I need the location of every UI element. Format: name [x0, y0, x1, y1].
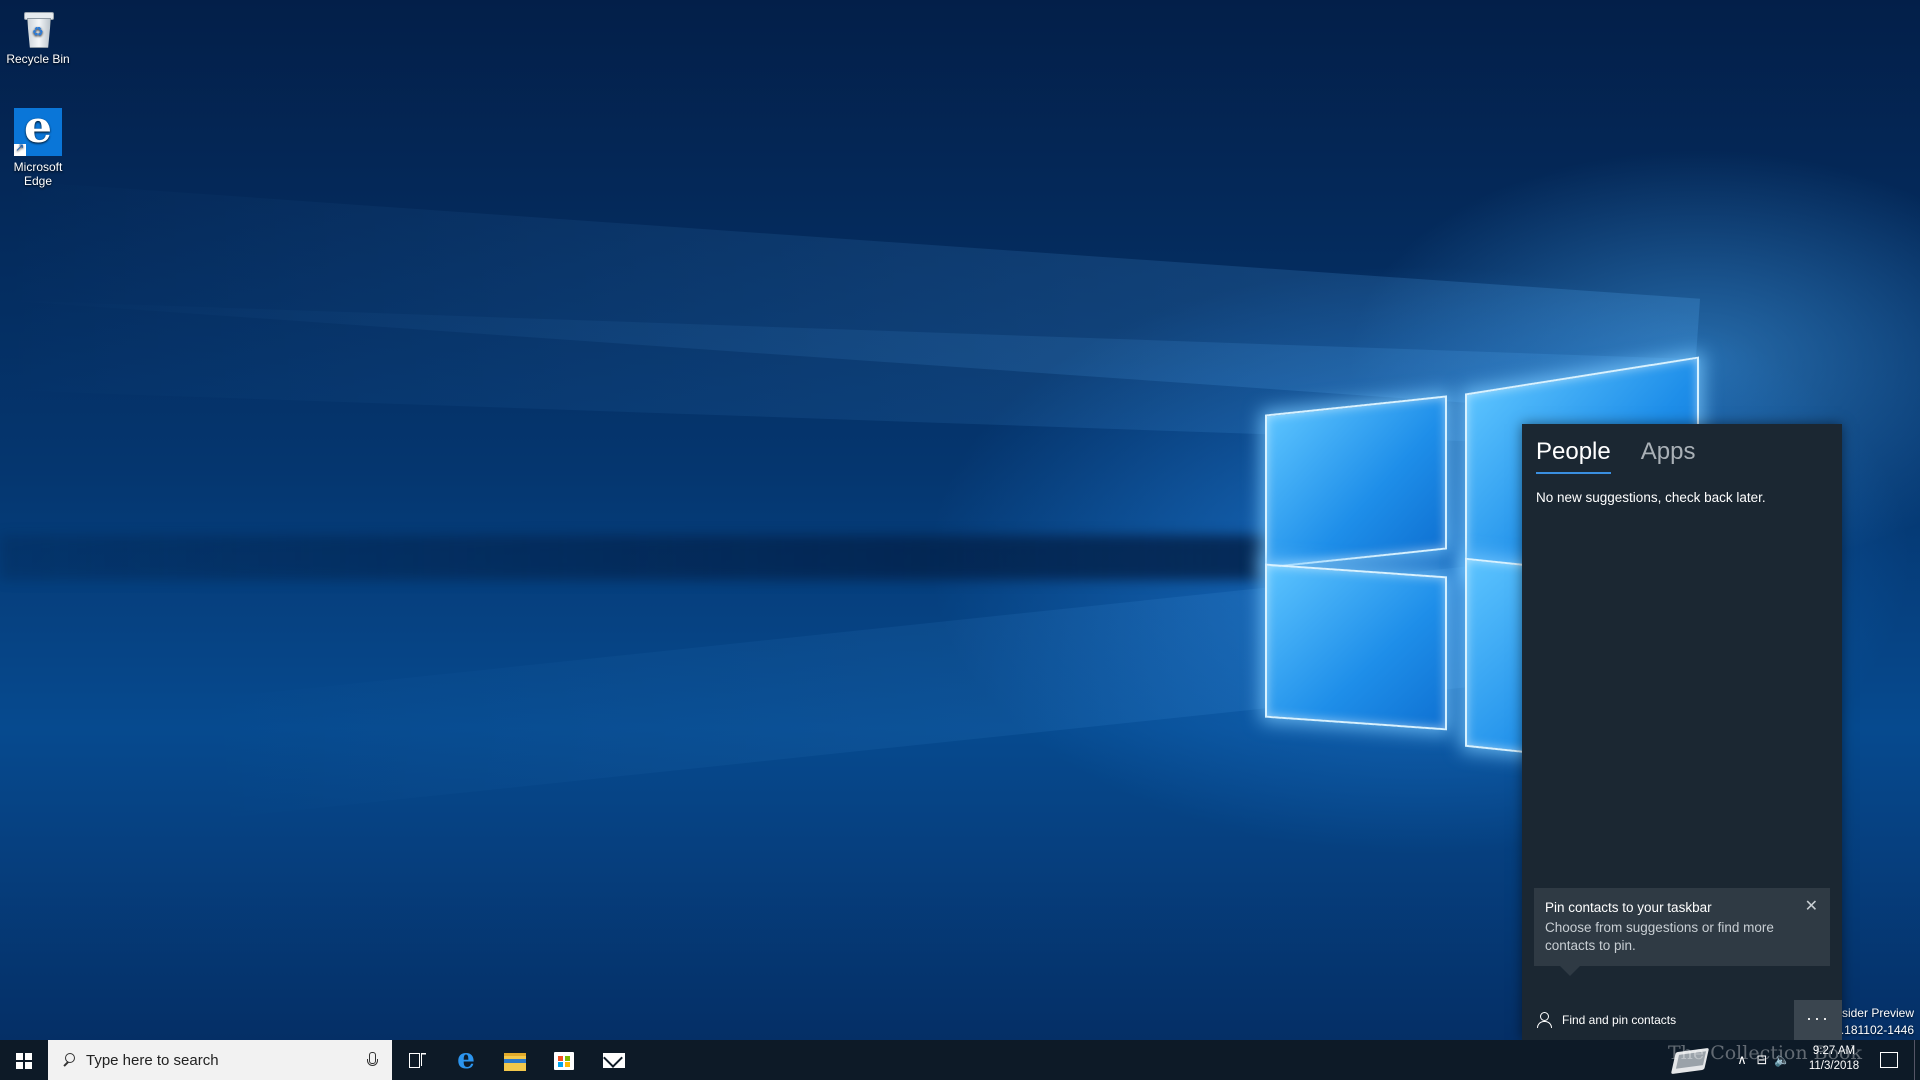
find-and-pin-contacts-button[interactable]: Find and pin contacts	[1522, 1000, 1794, 1040]
mail-icon[interactable]	[590, 1040, 638, 1080]
file-explorer-icon[interactable]	[491, 1040, 539, 1080]
clock[interactable]: 9:27 AM 11/3/2018	[1792, 1044, 1876, 1074]
search-box[interactable]: Type here to search	[48, 1040, 392, 1080]
taskbar: Type here to search e The Collection Boo…	[0, 1040, 1920, 1080]
action-center-icon[interactable]	[1880, 1052, 1898, 1068]
recycle-bin-icon: ♻	[21, 8, 55, 48]
pin-contacts-tip: Pin contacts to your taskbar Choose from…	[1534, 888, 1830, 976]
logo-pane	[1265, 395, 1447, 569]
microphone-icon[interactable]	[362, 1050, 382, 1070]
find-contacts-label: Find and pin contacts	[1562, 1013, 1677, 1027]
tip-title: Pin contacts to your taskbar	[1545, 900, 1712, 915]
edge-icon: e	[14, 102, 62, 156]
show-desktop-button[interactable]	[1914, 1040, 1917, 1080]
logo-pane	[1265, 563, 1447, 731]
network-icon[interactable]: ⊟	[1754, 1052, 1770, 1068]
clock-time: 9:27 AM	[1812, 1045, 1856, 1057]
clock-date: 11/3/2018	[1808, 1060, 1860, 1072]
flyout-tabs: People Apps	[1536, 438, 1695, 474]
windows-logo-icon	[16, 1053, 32, 1069]
microsoft-edge-shortcut[interactable]: e Microsoft Edge	[0, 102, 76, 188]
build-watermark: nsider Preview e.181102-1446	[1834, 1005, 1914, 1039]
tab-apps[interactable]: Apps	[1641, 438, 1696, 474]
person-icon	[1536, 1012, 1552, 1028]
watermark-line: nsider Preview	[1835, 1006, 1914, 1020]
recycle-bin-shortcut[interactable]: ♻ Recycle Bin	[0, 8, 76, 66]
volume-icon[interactable]: 🔈	[1774, 1052, 1790, 1068]
tab-people[interactable]: People	[1536, 438, 1611, 474]
tip-caret	[1560, 966, 1580, 976]
chevron-up-icon[interactable]: ∧	[1734, 1052, 1750, 1068]
shadow-band	[0, 535, 1270, 580]
people-flyout: People Apps No new suggestions, check ba…	[1522, 424, 1842, 1040]
more-options-button[interactable]: ···	[1794, 1000, 1842, 1040]
tip-body: Choose from suggestions or find more con…	[1545, 920, 1774, 953]
search-placeholder: Type here to search	[86, 1051, 219, 1069]
start-button[interactable]	[0, 1040, 48, 1080]
store-icon[interactable]	[540, 1040, 588, 1080]
empty-suggestions-message: No new suggestions, check back later.	[1536, 490, 1766, 505]
desktop-icon-label: Microsoft Edge	[13, 160, 63, 188]
edge-taskbar-icon[interactable]: e	[442, 1040, 490, 1080]
watermark-line: e.181102-1446	[1834, 1023, 1914, 1037]
close-icon[interactable]: ✕	[1805, 896, 1818, 916]
desktop-icon-label: Recycle Bin	[6, 52, 70, 66]
task-view-button[interactable]	[392, 1040, 440, 1080]
search-icon	[62, 1053, 76, 1067]
